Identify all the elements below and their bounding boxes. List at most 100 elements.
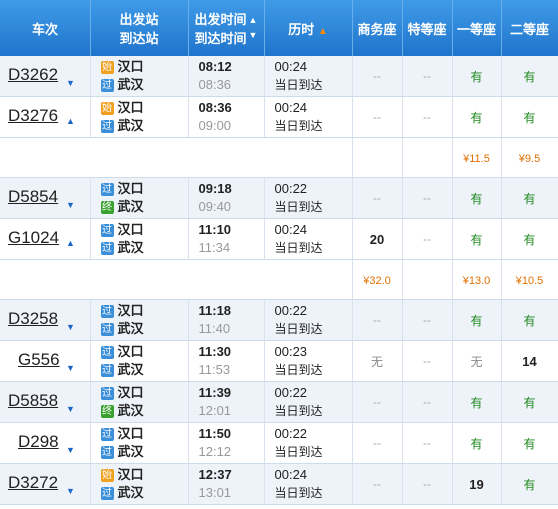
expand-arrow-icon[interactable]: ▼ <box>66 363 75 373</box>
train-no-link[interactable]: D3262 <box>8 65 58 85</box>
duration-sort-icon[interactable]: ▲ <box>318 26 328 37</box>
header-duration[interactable]: 历时 ▲ <box>264 0 353 56</box>
duration-value: 00:22 <box>274 181 308 196</box>
train-no-link[interactable]: D298 <box>18 432 59 452</box>
first-class-seat: 有 <box>452 218 502 260</box>
first-class-seat: 有 <box>452 96 502 138</box>
to-station-name[interactable]: 武汉 <box>118 77 144 92</box>
header-times[interactable]: 出发时间 到达时间 ▲ ▼ <box>188 0 265 56</box>
table-row: D3262 ▼ 始汉口过武汉 08:12 08:36 00:24 当日到达 -- -- 有 有 <box>0 56 558 97</box>
price-value: ¥13.0 <box>462 274 491 287</box>
special-seat: -- <box>402 422 453 464</box>
expand-arrow-icon[interactable]: ▼ <box>66 404 75 414</box>
table-row: G1024 ▲ 过汉口过武汉 11:10 11:34 00:24 当日到达 20 -- 有 有 <box>0 218 558 260</box>
table-row: D3272 ▼ 始汉口过武汉 12:37 13:01 00:24 当日到达 -- -- 19 有 <box>0 463 558 505</box>
pass-badge-icon: 过 <box>100 183 114 197</box>
from-station: 始汉口 <box>91 58 188 76</box>
first-class-seat: 有 <box>452 422 502 464</box>
from-station-name[interactable]: 汉口 <box>118 59 144 74</box>
table-header-row: 车次 出发站 到达站 出发时间 到达时间 ▲ ▼ 历时 ▲ 商务座 特等座 一等… <box>0 0 558 56</box>
from-station-name[interactable]: 汉口 <box>118 344 144 359</box>
price-value: ¥9.5 <box>518 152 541 165</box>
from-station-name[interactable]: 汉口 <box>118 100 144 115</box>
end-badge-icon: 终 <box>100 405 114 419</box>
from-station: 过汉口 <box>91 343 188 361</box>
sort-up-icon[interactable]: ▲ <box>249 16 258 25</box>
stations-cell: 过汉口过武汉 <box>90 422 189 464</box>
from-station-name[interactable]: 汉口 <box>118 385 144 400</box>
to-station-name[interactable]: 武汉 <box>118 403 144 418</box>
train-no-link[interactable]: G1024 <box>8 228 59 248</box>
from-station-name[interactable]: 汉口 <box>118 467 144 482</box>
to-station: 过武汉 <box>91 117 188 135</box>
from-station-name[interactable]: 汉口 <box>118 181 144 196</box>
duration-cell: 00:24 当日到达 <box>264 56 353 97</box>
second-class-seat-value: 有 <box>523 69 536 84</box>
special-seat: -- <box>402 299 453 341</box>
header-train-label: 车次 <box>32 21 59 37</box>
price-cell-biz <box>352 137 403 178</box>
duration-cell: 00:24 当日到达 <box>264 463 353 505</box>
train-no-link[interactable]: D5854 <box>8 187 58 207</box>
stations-cell: 过汉口终武汉 <box>90 381 189 423</box>
arrival-time: 09:00 <box>198 118 232 133</box>
collapse-arrow-icon[interactable]: ▲ <box>66 238 75 248</box>
expand-arrow-icon[interactable]: ▼ <box>66 200 75 210</box>
to-station-name[interactable]: 武汉 <box>118 444 144 459</box>
arrival-day: 当日到达 <box>274 363 323 377</box>
special-seat-value: -- <box>423 69 431 83</box>
expand-arrow-icon[interactable]: ▼ <box>66 445 75 455</box>
duration-value: 00:23 <box>274 344 308 359</box>
to-station-name[interactable]: 武汉 <box>118 240 144 255</box>
special-seat-value: -- <box>423 395 431 409</box>
to-station-name[interactable]: 武汉 <box>118 362 144 377</box>
train-no-cell: G1024 ▲ <box>0 218 91 260</box>
from-station-name[interactable]: 汉口 <box>118 222 144 237</box>
price-cell-biz: ¥32.0 <box>352 259 403 300</box>
sort-down-icon[interactable]: ▼ <box>249 31 258 40</box>
duration-cell: 00:24 当日到达 <box>264 96 353 138</box>
pass-badge-icon: 过 <box>100 387 114 401</box>
train-no-link[interactable]: D5858 <box>8 391 58 411</box>
arrival-day: 当日到达 <box>274 200 323 214</box>
special-seat: -- <box>402 340 453 382</box>
sort-icons[interactable]: ▲ ▼ <box>249 16 258 40</box>
train-no-link[interactable]: D3258 <box>8 309 58 329</box>
duration-value: 00:24 <box>274 467 308 482</box>
collapse-arrow-icon[interactable]: ▲ <box>66 116 75 126</box>
to-station: 终武汉 <box>91 198 188 216</box>
to-station-name[interactable]: 武汉 <box>118 118 144 133</box>
pass-badge-icon: 过 <box>100 79 114 93</box>
train-no-cell: D3262 ▼ <box>0 56 91 97</box>
arrival-time: 09:40 <box>198 199 232 214</box>
business-seat-value: -- <box>373 191 381 205</box>
to-station-name[interactable]: 武汉 <box>118 485 144 500</box>
from-station-name[interactable]: 汉口 <box>118 303 144 318</box>
to-station-name[interactable]: 武汉 <box>118 321 144 336</box>
stations-cell: 过汉口终武汉 <box>90 177 189 219</box>
train-no-link[interactable]: D3276 <box>8 106 58 126</box>
departure-time: 11:50 <box>198 426 232 441</box>
expand-arrow-icon[interactable]: ▼ <box>66 322 75 332</box>
arrival-time: 11:40 <box>198 321 231 336</box>
special-seat: -- <box>402 218 453 260</box>
special-seat: -- <box>402 56 453 97</box>
table-row: G556 ▼ 过汉口过武汉 11:30 11:53 00:23 当日到达 无 -- 无 14 <box>0 340 558 382</box>
arrival-time: 11:34 <box>198 240 231 255</box>
business-seat-value: -- <box>373 477 381 491</box>
business-seat-value: -- <box>373 436 381 450</box>
to-station-name[interactable]: 武汉 <box>118 199 144 214</box>
business-seat: 无 <box>352 340 403 382</box>
from-station-name[interactable]: 汉口 <box>118 426 144 441</box>
business-seat-value: 无 <box>370 354 383 369</box>
train-no-link[interactable]: G556 <box>18 350 60 370</box>
expand-arrow-icon[interactable]: ▼ <box>66 78 75 88</box>
train-no-link[interactable]: D3272 <box>8 473 58 493</box>
arrival-day: 当日到达 <box>274 119 323 133</box>
arrival-day: 当日到达 <box>274 445 323 459</box>
business-seat-value: -- <box>373 110 381 124</box>
header-first-class: 一等座 <box>452 0 502 56</box>
train-no-cell: D3272 ▼ <box>0 463 91 505</box>
train-no-cell: D3258 ▼ <box>0 299 91 341</box>
expand-arrow-icon[interactable]: ▼ <box>66 486 75 496</box>
